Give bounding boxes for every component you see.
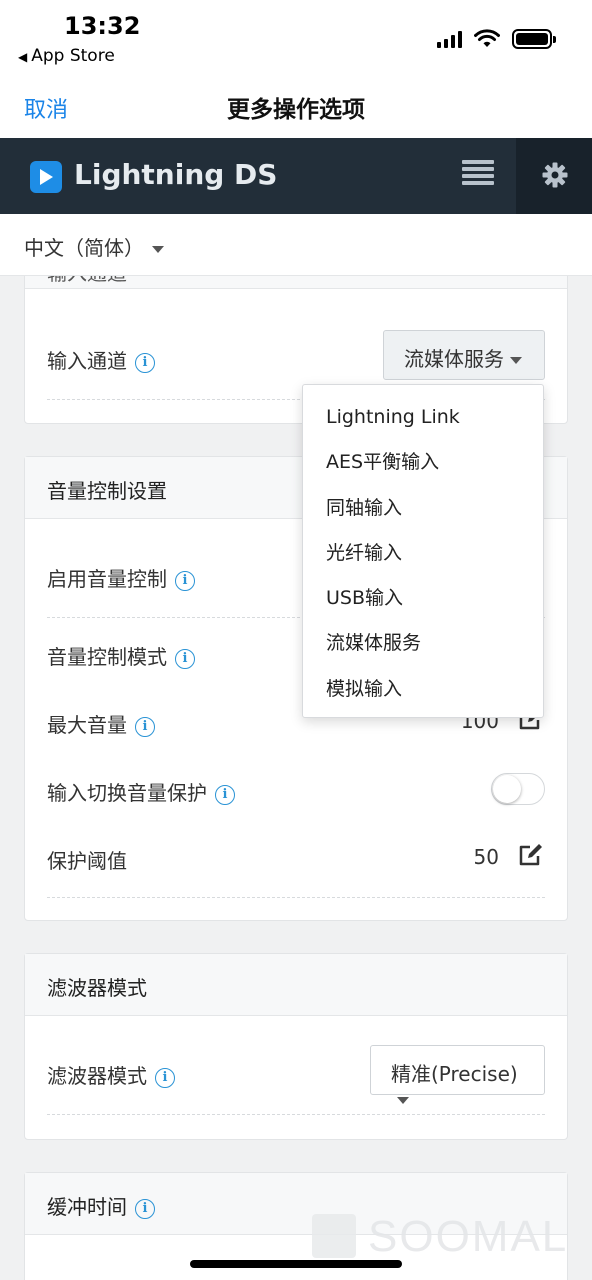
dropdown-option[interactable]: 同轴输入	[303, 486, 543, 531]
filter-card-header: 滤波器模式	[25, 954, 567, 1016]
protect-toggle[interactable]	[491, 773, 545, 805]
info-icon[interactable]: i	[135, 716, 155, 737]
filter-mode-select[interactable]: 精准(Precise)	[370, 1045, 545, 1104]
page-title: 更多操作选项	[227, 97, 365, 123]
chevron-down-icon	[152, 246, 164, 253]
status-time: 13:32	[64, 12, 141, 40]
max-volume-label: 最大音量	[47, 713, 127, 737]
back-triangle-icon: ◀	[18, 50, 28, 64]
dropdown-option[interactable]: Lightning Link	[303, 395, 543, 440]
status-bar: 13:32 ◀ App Store	[0, 0, 592, 74]
home-indicator[interactable]	[190, 1260, 402, 1268]
app-header: Lightning DS	[0, 138, 592, 214]
battery-icon	[512, 29, 556, 49]
threshold-row: 保护阈值 50	[47, 837, 545, 877]
cellular-signal-icon	[437, 30, 462, 48]
app-name: Lightning DS	[74, 158, 278, 191]
threshold-value: 50	[473, 845, 499, 869]
filter-mode-label: 滤波器模式	[47, 1064, 147, 1088]
language-value: 中文（简体）	[24, 236, 144, 260]
chevron-down-icon	[510, 357, 522, 364]
chevron-down-icon	[397, 1097, 409, 1104]
info-icon[interactable]: i	[135, 1198, 155, 1219]
dropdown-option[interactable]: USB输入	[303, 576, 543, 621]
divider	[47, 1114, 545, 1115]
play-logo-icon	[30, 161, 62, 193]
input-channel-dropdown: Lightning Link AES平衡输入 同轴输入 光纤输入 USB输入 流…	[302, 384, 544, 718]
back-to-app-link[interactable]: ◀ App Store	[18, 46, 115, 66]
watermark-logo-icon	[312, 1214, 356, 1258]
input-switch-protect-row: 输入切换音量保护 i	[47, 769, 545, 809]
protect-label: 输入切换音量保护	[47, 781, 207, 805]
dropdown-option[interactable]: 光纤输入	[303, 531, 543, 576]
divider	[47, 897, 545, 898]
info-icon[interactable]: i	[175, 648, 195, 669]
language-select[interactable]: 中文（简体）	[24, 232, 164, 261]
enable-volume-label: 启用音量控制	[47, 567, 167, 591]
input-channel-row: 输入通道 i 流媒体服务	[47, 330, 545, 380]
info-icon[interactable]: i	[135, 352, 155, 373]
nav-bar: 取消 更多操作选项	[0, 74, 592, 138]
filter-card: 滤波器模式 滤波器模式 i 精准(Precise)	[24, 953, 568, 1140]
watermark: SOOMAL	[312, 1212, 574, 1262]
threshold-label: 保护阈值	[47, 849, 127, 873]
volume-mode-label: 音量控制模式	[47, 645, 167, 669]
filter-mode-row: 滤波器模式 i 精准(Precise)	[47, 1045, 545, 1104]
dropdown-option[interactable]: AES平衡输入	[303, 440, 543, 485]
wifi-icon	[474, 29, 500, 47]
input-channel-select[interactable]: 流媒体服务	[383, 330, 545, 380]
edit-icon[interactable]	[517, 841, 545, 869]
gear-icon	[542, 162, 568, 188]
watermark-text: SOOMAL	[368, 1212, 569, 1261]
back-app-label: App Store	[31, 46, 115, 66]
settings-button[interactable]	[516, 138, 592, 214]
info-icon[interactable]: i	[215, 784, 235, 805]
list-menu-icon[interactable]	[462, 160, 494, 192]
info-icon[interactable]: i	[175, 570, 195, 591]
language-bar: 中文（简体）	[0, 214, 592, 276]
input-channel-label: 输入通道 i	[47, 345, 155, 374]
info-icon[interactable]: i	[155, 1067, 175, 1088]
status-icons	[437, 28, 556, 50]
dropdown-option[interactable]: 流媒体服务	[303, 621, 543, 666]
dropdown-option[interactable]: 模拟输入	[303, 667, 543, 712]
